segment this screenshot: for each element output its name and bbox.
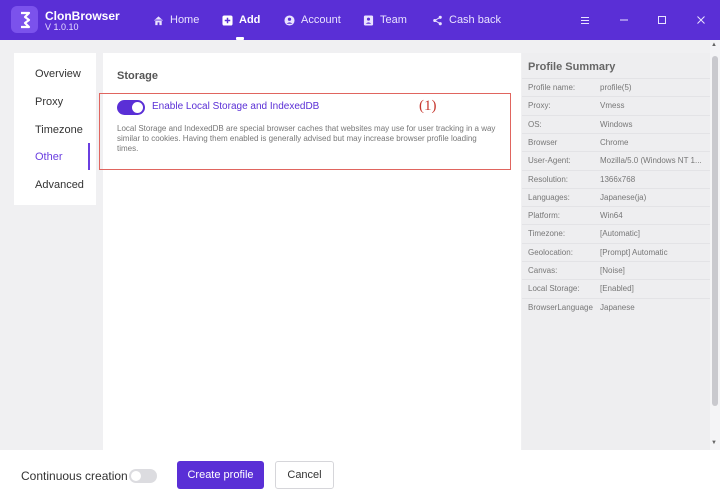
nav-account[interactable]: Account: [284, 0, 341, 40]
summary-value: Japanese: [600, 302, 635, 312]
home-icon: [153, 15, 164, 25]
summary-value: [Noise]: [600, 266, 625, 275]
annotation-marker: (1): [419, 98, 437, 114]
summary-key: User-Agent:: [528, 156, 571, 166]
summary-row: Geolocation: [Prompt] Automatic: [522, 242, 710, 261]
summary-key: Browser: [528, 137, 558, 147]
summary-row: Canvas: [Noise]: [522, 261, 710, 279]
local-storage-toggle-label: Enable Local Storage and IndexedDB: [152, 101, 320, 112]
summary-row: OS: Windows: [522, 114, 710, 133]
summary-key: BrowserLanguage: [528, 302, 593, 312]
subnav-advanced[interactable]: Advanced: [35, 179, 84, 191]
close-button[interactable]: [693, 12, 709, 28]
app-logo: [11, 6, 38, 33]
summary-key: Profile name:: [528, 83, 576, 92]
summary-value: Chrome: [600, 137, 629, 147]
summary-key: Canvas:: [528, 266, 558, 275]
nav-home[interactable]: Home: [153, 0, 199, 40]
minimize-icon: [620, 19, 628, 21]
nav-label: Team: [380, 14, 407, 26]
subnav-timezone[interactable]: Timezone: [35, 124, 83, 136]
scrollbar-thumb[interactable]: [712, 56, 718, 406]
summary-key: Local Storage:: [528, 284, 580, 294]
active-nav-indicator: [236, 37, 244, 40]
summary-row: Browser Chrome: [522, 132, 710, 151]
summary-value: [Automatic]: [600, 229, 641, 239]
subnav-proxy[interactable]: Proxy: [35, 96, 63, 108]
nav-label: Cash back: [449, 14, 501, 26]
summary-key: Languages:: [528, 192, 570, 202]
nav-team[interactable]: Team: [363, 0, 407, 40]
plus-square-icon: [222, 14, 233, 26]
summary-key: Timezone:: [528, 229, 566, 239]
continuous-creation-label: Continuous creation: [21, 469, 128, 483]
summary-value: Mozilla/5.0 (Windows NT 1...: [600, 156, 702, 166]
summary-row: Timezone: [Automatic]: [522, 224, 710, 242]
nav-label: Account: [301, 14, 341, 26]
summary-row: Languages: Japanese(ja): [522, 187, 710, 206]
team-icon: [363, 14, 374, 26]
continuous-creation-toggle[interactable]: [129, 469, 157, 483]
maximize-icon: [658, 16, 666, 24]
summary-key: Geolocation:: [528, 247, 573, 257]
summary-value: profile(5): [600, 83, 632, 92]
summary-key: Proxy:: [528, 101, 551, 111]
summary-row: Proxy: Vmess: [522, 96, 710, 114]
summary-row: BrowserLanguage Japanese: [522, 297, 710, 316]
scroll-down-icon[interactable]: ▼: [711, 440, 717, 446]
profile-summary-title: Profile Summary: [528, 61, 616, 73]
subnav-active-indicator: [88, 143, 90, 170]
app-version: V 1.0.10: [45, 22, 79, 32]
account-icon: [284, 14, 295, 26]
local-storage-toggle[interactable]: [117, 100, 145, 115]
profile-summary: Profile Summary Profile name: profile(5) P…: [522, 53, 710, 450]
local-storage-description: Local Storage and IndexedDB are special …: [117, 124, 496, 153]
subnav-overview[interactable]: Overview: [35, 68, 81, 80]
maximize-button[interactable]: [654, 12, 670, 28]
close-icon: [697, 16, 705, 24]
menu-icon: [581, 16, 589, 24]
settings-subnav: Overview Proxy Timezone Other Advanced: [14, 53, 96, 205]
nav-label: Home: [170, 14, 200, 26]
minimize-button[interactable]: [616, 12, 632, 28]
share-icon: [433, 15, 442, 25]
toggle-knob: [131, 471, 141, 481]
summary-row: Resolution: 1366x768: [522, 169, 710, 188]
scroll-up-icon[interactable]: ▲: [711, 42, 717, 48]
summary-row: Platform: Win64: [522, 206, 710, 224]
nav-label: Add: [239, 14, 261, 26]
summary-key: Platform:: [528, 211, 561, 221]
create-profile-button[interactable]: Create profile: [177, 461, 264, 489]
summary-value: [Enabled]: [600, 284, 634, 294]
menu-button[interactable]: [577, 12, 593, 28]
footer-bar: Continuous creation Create profile Cance…: [0, 450, 720, 499]
section-title: Storage: [117, 70, 158, 82]
settings-panel: Storage Enable Local Storage and Indexed…: [99, 53, 521, 450]
nav-add[interactable]: Add: [222, 0, 260, 40]
summary-row: Local Storage: [Enabled]: [522, 279, 710, 297]
summary-value: Japanese(ja): [600, 192, 647, 202]
title-bar: ClonBrowser V 1.0.10 Home Add Account Te…: [0, 0, 720, 40]
toggle-knob: [132, 102, 143, 113]
summary-value: Windows: [600, 119, 633, 129]
summary-key: Resolution:: [528, 174, 569, 184]
subnav-other[interactable]: Other: [35, 151, 63, 163]
app-name: ClonBrowser: [45, 9, 120, 23]
nav-cash-back[interactable]: Cash back: [432, 0, 501, 40]
cancel-button[interactable]: Cancel: [275, 461, 334, 489]
summary-value: Vmess: [600, 101, 625, 111]
summary-key: OS:: [528, 119, 542, 129]
summary-value: 1366x768: [600, 174, 636, 184]
summary-value: Win64: [600, 211, 623, 221]
summary-row: User-Agent: Mozilla/5.0 (Windows NT 1...: [522, 151, 710, 169]
summary-row: Profile name: profile(5): [522, 78, 710, 96]
summary-value: [Prompt] Automatic: [600, 247, 668, 257]
